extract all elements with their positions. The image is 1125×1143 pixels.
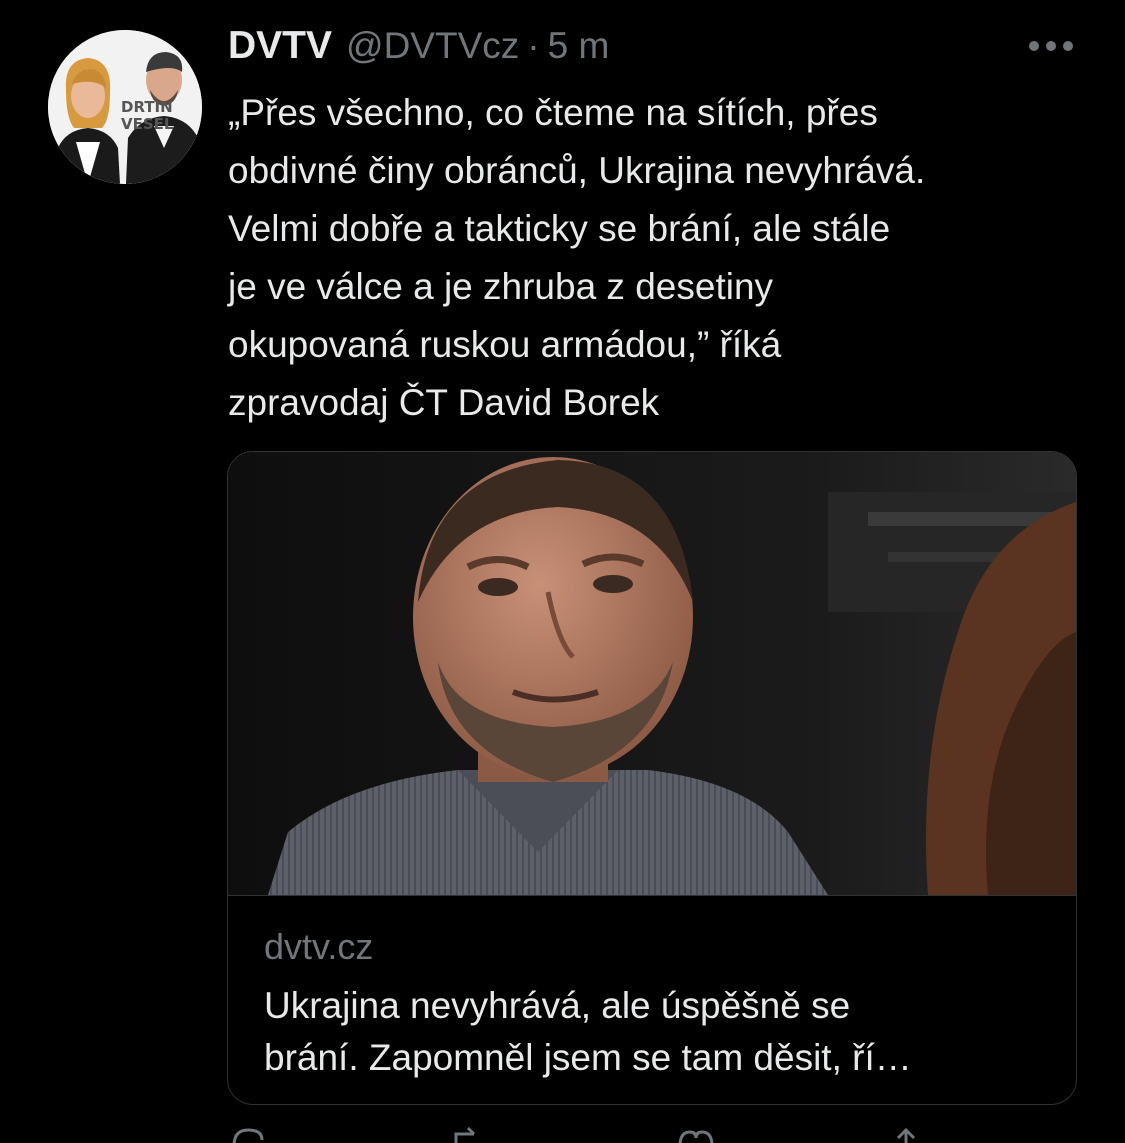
avatar[interactable]: DRTIN VESEL [48,30,202,184]
more-horizontal-icon[interactable] [1028,38,1074,54]
author-handle[interactable]: @DVTVcz [346,25,519,67]
separator-dot: · [527,25,540,66]
card-image [228,452,1076,896]
author-name[interactable]: DVTV [228,24,332,68]
tweet[interactable]: DRTIN VESEL DVTV @DVTVcz · 5 m „Přes vše… [0,0,1125,1143]
tweet-actions [228,1126,928,1143]
card-title: Ukrajina nevyhrává, ale úspěšně se brání… [264,985,912,1078]
reply-icon[interactable] [228,1126,268,1143]
tweet-timestamp[interactable]: 5 m [548,25,610,67]
avatar-image: DRTIN VESEL [48,30,202,184]
avatar-logo-line2: VESEL [121,115,174,133]
share-icon[interactable] [886,1126,926,1143]
tweet-header: DVTV @DVTVcz · 5 m [228,24,609,74]
tweet-text: „Přes všechno, co čteme na sítích, přes … [228,92,926,423]
heart-icon[interactable] [676,1126,716,1143]
retweet-icon[interactable] [448,1126,488,1143]
link-card[interactable]: dvtv.cz Ukrajina nevyhrává, ale úspěšně … [227,451,1077,1105]
avatar-logo-line1: DRTIN [121,98,173,116]
card-domain: dvtv.cz [264,926,374,967]
